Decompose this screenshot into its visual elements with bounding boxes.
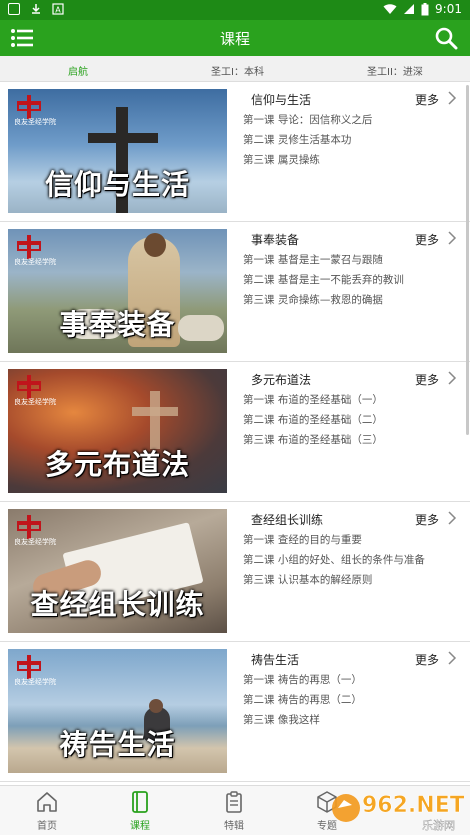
- course-title[interactable]: 事奉装备: [251, 231, 299, 248]
- book-icon: [132, 791, 148, 813]
- nav-courses[interactable]: 课程: [110, 790, 170, 832]
- school-logo: 良友圣经学院: [14, 375, 68, 409]
- thumbnail-title: 信仰与生活: [44, 168, 190, 201]
- status-bar: A 9:01: [0, 0, 470, 20]
- course-thumbnail[interactable]: 良友圣经学院 查经组长训练: [8, 509, 227, 633]
- course-title[interactable]: 祷告生活: [251, 651, 299, 668]
- lesson-item[interactable]: 第一课 查经的目的与重要: [243, 532, 362, 547]
- more-button[interactable]: 更多: [415, 231, 439, 248]
- course-thumbnail[interactable]: 良友圣经学院 事奉装备: [8, 229, 227, 353]
- course-title[interactable]: 查经组长训练: [251, 511, 323, 528]
- course-thumbnail[interactable]: 良友圣经学院 祷告生活: [8, 649, 227, 773]
- lesson-item[interactable]: 第二课 小组的好处、组长的条件与准备: [243, 552, 425, 567]
- lesson-item[interactable]: 第二课 灵修生活基本功: [243, 132, 351, 147]
- lesson-item[interactable]: 第三课 灵命操练—救恩的确据: [243, 292, 383, 307]
- course-item[interactable]: 良友圣经学院 祷告生活 祷告生活 更多 第一课 祷告的再思（一） 第二课 祷告的…: [0, 642, 470, 782]
- course-title[interactable]: 信仰与生活: [251, 91, 311, 108]
- category-tabs: 启航 圣工I：本科 圣工II：进深: [0, 56, 470, 82]
- course-item[interactable]: 良友圣经学院 多元布道法 多元布道法 更多 第一课 布道的圣经基础（一） 第二课…: [0, 362, 470, 502]
- chevron-right-icon[interactable]: [447, 511, 457, 525]
- chevron-right-icon[interactable]: [447, 91, 457, 105]
- lesson-item[interactable]: 第二课 祷告的再思（二）: [243, 692, 362, 707]
- course-item[interactable]: 良友圣经学院 事奉装备 事奉装备 更多 第一课 基督是主一蒙召与跟随 第二课 基…: [0, 222, 470, 362]
- site-watermark: 962.NET 乐游网: [332, 793, 464, 832]
- download-icon: [32, 4, 40, 14]
- course-title[interactable]: 多元布道法: [251, 371, 311, 388]
- tab-qihang[interactable]: 启航: [68, 63, 88, 78]
- logo-cross-icon: [17, 95, 41, 119]
- thumbnail-title: 祷告生活: [59, 728, 176, 761]
- notification-square-icon: [8, 3, 20, 15]
- tab-shenggong-2[interactable]: 圣工II：进深: [367, 63, 423, 78]
- lesson-item[interactable]: 第一课 布道的圣经基础（一）: [243, 392, 383, 407]
- lesson-item[interactable]: 第一课 基督是主一蒙召与跟随: [243, 252, 383, 267]
- logo-cross-icon: [17, 655, 41, 679]
- logo-cross-icon: [17, 235, 41, 259]
- signal-icon: [404, 4, 415, 14]
- lesson-item[interactable]: 第二课 布道的圣经基础（二）: [243, 412, 383, 427]
- svg-text:962.NET: 962.NET: [362, 793, 464, 818]
- school-logo: 良友圣经学院: [14, 655, 68, 689]
- svg-text:A: A: [55, 6, 61, 15]
- more-button[interactable]: 更多: [415, 511, 439, 528]
- lesson-item[interactable]: 第三课 布道的圣经基础（三）: [243, 432, 383, 447]
- thumbnail-title: 查经组长训练: [30, 588, 205, 621]
- chevron-right-icon[interactable]: [447, 231, 457, 245]
- nav-features[interactable]: 特辑: [204, 790, 264, 832]
- page-title: 课程: [219, 30, 250, 48]
- search-icon[interactable]: [434, 26, 458, 50]
- scrollbar[interactable]: [466, 85, 469, 435]
- battery-icon: [421, 2, 429, 15]
- chevron-right-icon[interactable]: [447, 651, 457, 665]
- app-a-icon: A: [52, 3, 64, 15]
- school-logo: 良友圣经学院: [14, 235, 68, 269]
- lesson-item[interactable]: 第一课 祷告的再思（一）: [243, 672, 362, 687]
- course-item[interactable]: 良友圣经学院 查经组长训练 查经组长训练 更多 第一课 查经的目的与重要 第二课…: [0, 502, 470, 642]
- tab-shenggong-1[interactable]: 圣工I：本科: [211, 63, 264, 78]
- svg-text:乐游网: 乐游网: [422, 819, 455, 832]
- wifi-icon: [383, 4, 397, 14]
- school-logo: 良友圣经学院: [14, 515, 68, 549]
- lesson-item[interactable]: 第一课 导论：因信称义之后: [243, 112, 372, 127]
- thumbnail-title: 多元布道法: [44, 448, 190, 481]
- lesson-item[interactable]: 第三课 属灵操练: [243, 152, 320, 167]
- logo-cross-icon: [17, 375, 41, 399]
- lesson-item[interactable]: 第二课 基督是主一不能丢弃的教训: [243, 272, 404, 287]
- status-time: 9:01: [435, 2, 462, 16]
- more-button[interactable]: 更多: [415, 91, 439, 108]
- school-logo: 良友圣经学院: [14, 95, 68, 129]
- course-thumbnail[interactable]: 良友圣经学院 信仰与生活: [8, 89, 227, 213]
- lesson-item[interactable]: 第三课 认识基本的解经原则: [243, 572, 372, 587]
- more-button[interactable]: 更多: [415, 651, 439, 668]
- thumbnail-title: 事奉装备: [59, 308, 176, 341]
- course-thumbnail[interactable]: 良友圣经学院 多元布道法: [8, 369, 227, 493]
- lesson-item[interactable]: 第三课 像我这样: [243, 712, 320, 727]
- home-icon: [37, 792, 57, 812]
- course-item[interactable]: 良友圣经学院 信仰与生活 信仰与生活 更多 第一课 导论：因信称义之后 第二课 …: [0, 82, 470, 222]
- clipboard-icon: [226, 791, 242, 813]
- more-button[interactable]: 更多: [415, 371, 439, 388]
- nav-home[interactable]: 首页: [17, 790, 77, 832]
- chevron-right-icon[interactable]: [447, 371, 457, 385]
- app-bar: 课程: [0, 20, 470, 56]
- logo-cross-icon: [17, 515, 41, 539]
